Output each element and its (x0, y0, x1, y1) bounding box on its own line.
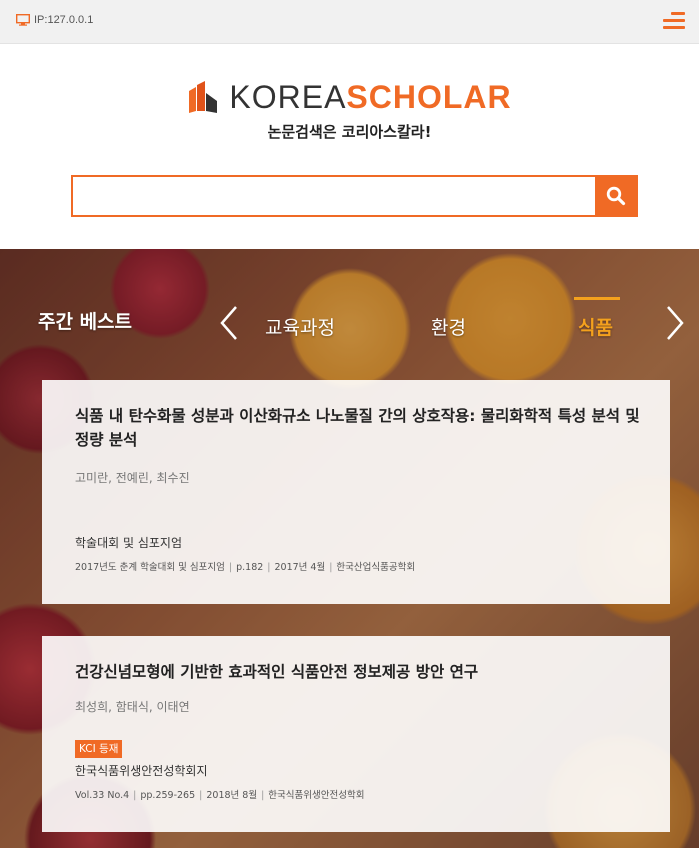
paper-meta: Vol.33 No.4 | pp.259-265 | 2018년 8월 | 한국식품위생안전… (75, 790, 365, 801)
paper-authors: 고미란, 전예린, 최수진 (75, 471, 190, 485)
chevron-right-icon[interactable] (662, 304, 688, 342)
logo-scholar-text: SCHOLAR (346, 79, 512, 115)
paper-title[interactable]: 건강신념모형에 기반한 효과적인 식품안전 정보제공 방안 연구 (75, 660, 640, 684)
chevron-left-icon[interactable] (216, 304, 242, 342)
paper-event: 2017년도 춘계 학술대회 및 심포지엄 (75, 562, 225, 573)
paper-authors: 최성희, 함태식, 이태연 (75, 700, 190, 714)
hamburger-menu-icon[interactable] (663, 12, 685, 30)
paper-date: 2018년 8월 (206, 790, 258, 801)
search-input[interactable] (73, 177, 595, 215)
paper-source: 학술대회 및 심포지엄 (75, 536, 182, 550)
ip-address: IP:127.0.0.1 (34, 14, 94, 26)
paper-volume: Vol.33 No.4 (75, 790, 130, 801)
weekly-best-title: 주간 베스트 (38, 311, 133, 333)
category-tab-curriculum[interactable]: 교육과정 (265, 313, 335, 340)
search-bar (71, 175, 638, 217)
paper-publisher: 한국산업식품공학회 (336, 562, 416, 573)
site-logo[interactable]: KOREASCHOLAR (0, 79, 699, 116)
paper-card[interactable]: 식품 내 탄수화물 성분과 이산화규소 나노물질 간의 상호작용: 물리화학적 … (42, 380, 670, 604)
category-tab-environment[interactable]: 환경 (431, 313, 466, 340)
paper-title[interactable]: 식품 내 탄수화물 성분과 이산화규소 나노물질 간의 상호작용: 물리화학적 … (75, 404, 640, 452)
category-tab-food[interactable]: 식품 (578, 313, 613, 340)
monitor-icon (16, 14, 30, 26)
paper-card[interactable]: 건강신념모형에 기반한 효과적인 식품안전 정보제공 방안 연구 최성희, 함태… (42, 636, 670, 832)
ip-indicator: IP:127.0.0.1 (16, 14, 93, 26)
top-bar: IP:127.0.0.1 (0, 0, 699, 44)
paper-date: 2017년 4월 (274, 562, 326, 573)
search-icon (606, 186, 625, 206)
search-button[interactable] (595, 177, 636, 215)
logo-korea-text: KOREA (229, 79, 347, 115)
kci-badge: KCI 등재 (75, 740, 123, 758)
tagline: 논문검색은 코리아스칼라! (267, 123, 432, 141)
weekly-best-section: 주간 베스트 교육과정 환경 식품 식품 내 탄수화물 성분과 이산화규소 나노… (0, 249, 699, 848)
logo-mark-icon (189, 80, 218, 113)
header: KOREASCHOLAR 논문검색은 코리아스칼라! (0, 44, 699, 249)
paper-pages: pp.259-265 (140, 790, 196, 801)
active-tab-indicator (574, 297, 620, 300)
paper-pages: p.182 (236, 562, 264, 573)
paper-meta: 2017년도 춘계 학술대회 및 심포지엄 | p.182 | 2017년 4월 | 한국산… (75, 562, 416, 573)
paper-publisher: 한국식품위생안전성학회 (268, 790, 365, 801)
paper-source: 한국식품위생안전성학회지 (75, 764, 208, 778)
